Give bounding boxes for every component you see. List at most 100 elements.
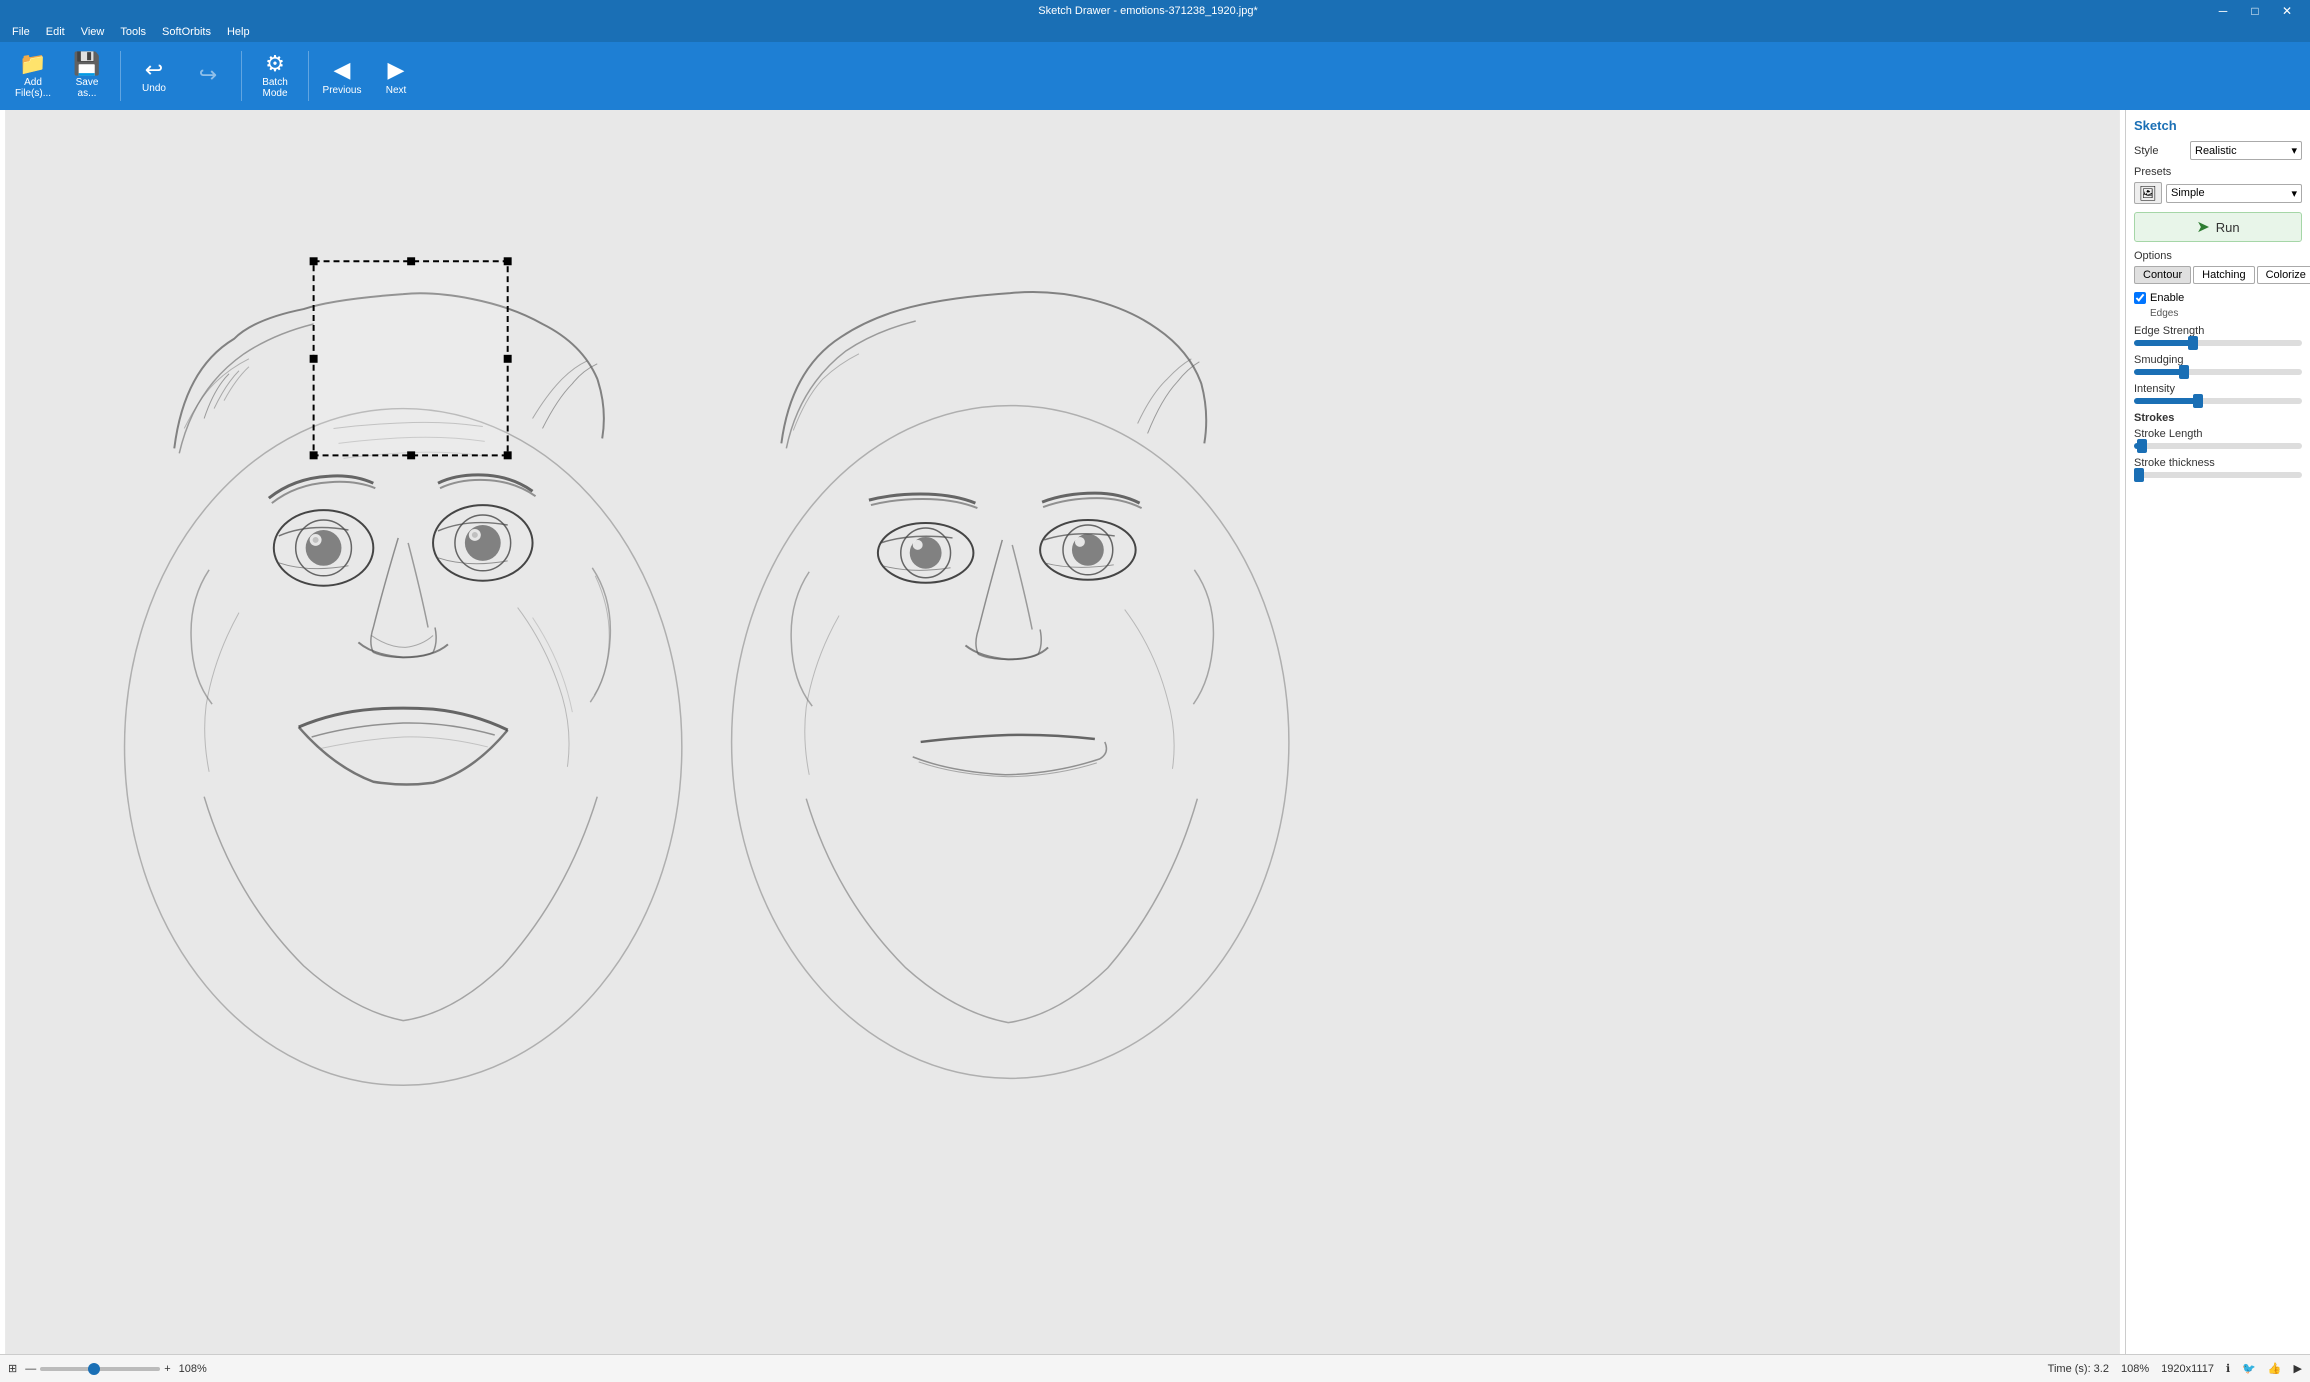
undo-label: Undo (142, 83, 166, 94)
undo-button[interactable]: ↩ Undo (129, 47, 179, 105)
run-button[interactable]: ➤ Run (2134, 212, 2302, 242)
preset-dropdown[interactable]: Simple ▾ (2166, 184, 2302, 203)
main-container: Sketch Style Realistic ▾ Presets 🖼 Simpl… (0, 110, 2310, 1354)
batch-mode-icon: ⚙ (265, 53, 285, 75)
menu-softorbits[interactable]: SoftOrbits (154, 24, 219, 40)
presets-row: 🖼 Simple ▾ (2134, 182, 2302, 204)
window-controls: ─ □ ✕ (2208, 2, 2302, 20)
fit-to-window-icon[interactable]: ⊞ (8, 1362, 17, 1375)
strokes-label: Strokes (2134, 412, 2302, 424)
add-files-label: AddFile(s)... (15, 77, 51, 99)
tab-hatching[interactable]: Hatching (2193, 266, 2254, 284)
panel-title: Sketch (2134, 118, 2302, 133)
style-chevron-icon: ▾ (2291, 144, 2297, 157)
preset-thumbnail: 🖼 (2134, 182, 2162, 204)
enable-edges-row: Enable (2134, 292, 2302, 304)
previous-label: Previous (323, 85, 362, 96)
stroke-thickness-section: Stroke thickness (2134, 457, 2302, 478)
edges-sub-label: Edges (2150, 308, 2302, 319)
enable-edges-checkbox[interactable] (2134, 292, 2146, 304)
close-button[interactable]: ✕ (2272, 2, 2302, 20)
minimize-button[interactable]: ─ (2208, 2, 2238, 20)
dimensions-label: 1920x1117 (2161, 1363, 2214, 1375)
next-icon: ▶ (388, 57, 405, 83)
stroke-thickness-label: Stroke thickness (2134, 457, 2302, 469)
toolbar-separator-2 (241, 51, 242, 101)
maximize-button[interactable]: □ (2240, 2, 2270, 20)
edge-strength-track[interactable] (2134, 340, 2302, 346)
save-as-button[interactable]: 💾 Saveas... (62, 47, 112, 105)
zoom-minus-icon[interactable]: — (25, 1363, 36, 1375)
redo-button[interactable]: ↪ (183, 47, 233, 105)
zoom-plus-icon[interactable]: + (164, 1363, 170, 1375)
stroke-thickness-track[interactable] (2134, 472, 2302, 478)
title-bar: Sketch Drawer - emotions-371238_1920.jpg… (0, 0, 2310, 22)
previous-button[interactable]: ◀ Previous (317, 47, 367, 105)
intensity-label: Intensity (2134, 383, 2302, 395)
status-bar: ⊞ — + 108% Time (s): 3.2 108% 1920x1117 … (0, 1354, 2310, 1382)
stroke-length-thumb[interactable] (2137, 439, 2147, 453)
menu-tools[interactable]: Tools (112, 24, 154, 40)
edge-strength-label: Edge Strength (2134, 325, 2302, 337)
batch-mode-label: BatchMode (262, 77, 288, 99)
presets-label: Presets (2134, 166, 2302, 178)
add-files-icon: 📁 (19, 53, 46, 75)
social-icon-2[interactable]: 👍 (2268, 1362, 2282, 1375)
menu-bar: File Edit View Tools SoftOrbits Help (0, 22, 2310, 42)
stroke-length-track[interactable] (2134, 443, 2302, 449)
smudging-label: Smudging (2134, 354, 2302, 366)
style-label: Style (2134, 145, 2184, 157)
add-files-button[interactable]: 📁 AddFile(s)... (8, 47, 58, 105)
options-tabs: Contour Hatching Colorize (2134, 266, 2302, 284)
intensity-fill (2134, 398, 2198, 404)
canvas-area[interactable] (0, 110, 2125, 1354)
zoom-slider[interactable] (40, 1367, 160, 1371)
info-icon[interactable]: ℹ (2226, 1362, 2230, 1375)
menu-edit[interactable]: Edit (38, 24, 73, 40)
toolbar-separator-3 (308, 51, 309, 101)
zoom-value: 108% (2121, 1363, 2149, 1375)
stroke-thickness-thumb[interactable] (2134, 468, 2144, 482)
save-icon: 💾 (73, 53, 100, 75)
options-label: Options (2134, 250, 2302, 262)
run-arrow-icon: ➤ (2196, 217, 2209, 237)
save-as-label: Saveas... (76, 77, 99, 99)
tab-colorize[interactable]: Colorize (2257, 266, 2310, 284)
social-icon-1[interactable]: 🐦 (2242, 1362, 2256, 1375)
style-value: Realistic (2195, 145, 2237, 157)
next-button[interactable]: ▶ Next (371, 47, 421, 105)
intensity-thumb[interactable] (2193, 394, 2203, 408)
menu-view[interactable]: View (73, 24, 113, 40)
smudging-fill (2134, 369, 2184, 375)
batch-mode-button[interactable]: ⚙ BatchMode (250, 47, 300, 105)
intensity-track[interactable] (2134, 398, 2302, 404)
smudging-section: Smudging (2134, 354, 2302, 375)
right-panel: Sketch Style Realistic ▾ Presets 🖼 Simpl… (2125, 110, 2310, 1354)
style-dropdown[interactable]: Realistic ▾ (2190, 141, 2302, 160)
menu-file[interactable]: File (4, 24, 38, 40)
zoom-thumb[interactable] (88, 1363, 100, 1375)
menu-help[interactable]: Help (219, 24, 258, 40)
canvas-content (0, 110, 2125, 1354)
smudging-track[interactable] (2134, 369, 2302, 375)
previous-icon: ◀ (334, 57, 351, 83)
stroke-length-section: Stroke Length (2134, 428, 2302, 449)
preset-chevron-icon: ▾ (2291, 187, 2297, 200)
sketch-canvas (0, 110, 2125, 1354)
run-label: Run (2216, 220, 2240, 235)
edge-strength-fill (2134, 340, 2193, 346)
preset-thumbnail-icon: 🖼 (2139, 185, 2157, 202)
window-title: Sketch Drawer - emotions-371238_1920.jpg… (88, 5, 2208, 17)
time-label: Time (s): 3.2 (2048, 1363, 2109, 1375)
smudging-thumb[interactable] (2179, 365, 2189, 379)
edge-strength-section: Edge Strength (2134, 325, 2302, 346)
next-label: Next (386, 85, 407, 96)
preset-value: Simple (2171, 187, 2205, 199)
toolbar-separator-1 (120, 51, 121, 101)
redo-icon: ↪ (199, 64, 217, 86)
edge-strength-thumb[interactable] (2188, 336, 2198, 350)
tab-contour[interactable]: Contour (2134, 266, 2191, 284)
social-icon-3[interactable]: ▶ (2294, 1362, 2302, 1375)
status-left: ⊞ — + 108% (8, 1362, 207, 1375)
undo-icon: ↩ (145, 59, 163, 81)
